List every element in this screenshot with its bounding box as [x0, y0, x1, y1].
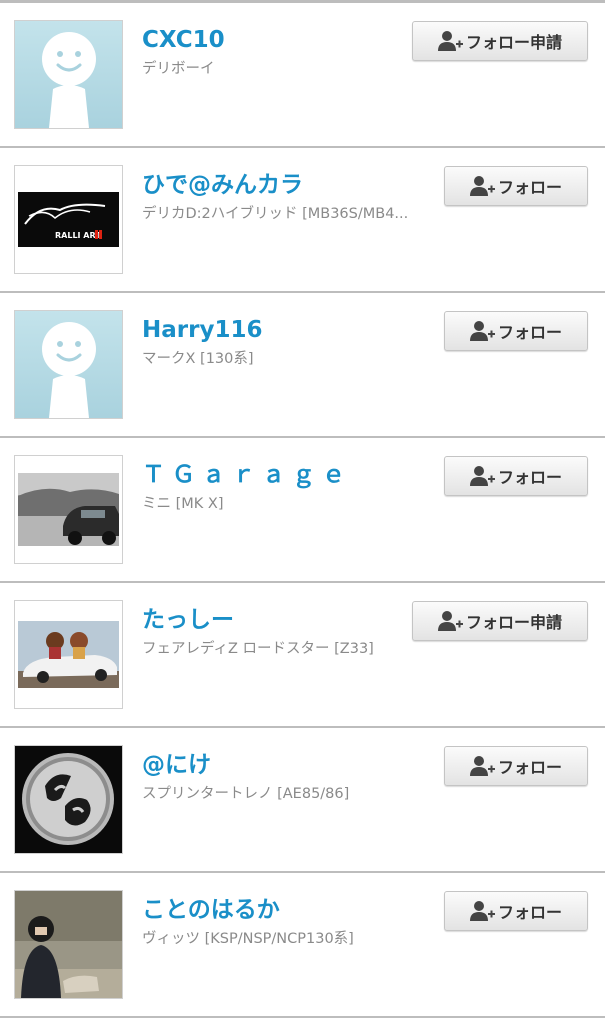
user-list: CXC10 デリボーイ フォロー申請 RALLI ART ひで@みんカラ デリカ… [0, 3, 605, 1018]
add-user-icon [437, 610, 464, 632]
follow-button[interactable]: フォロー [444, 311, 588, 351]
person-photo-avatar[interactable] [14, 890, 123, 999]
86-emblem-avatar[interactable] [14, 745, 123, 854]
user-name[interactable]: @にけ [142, 750, 211, 780]
follow-button-label: フォロー [497, 468, 562, 487]
add-user-icon [469, 320, 496, 342]
add-user-icon [469, 900, 496, 922]
add-user-icon [437, 30, 464, 52]
ralliart-logo-avatar[interactable]: RALLI ART [14, 165, 123, 274]
default-avatar[interactable] [14, 20, 123, 129]
follow-request-button[interactable]: フォロー申請 [412, 21, 588, 61]
default-avatar[interactable] [14, 310, 123, 419]
list-item[interactable]: ことのはるか ヴィッツ [KSP/NSP/NCP130系] フォロー [0, 873, 605, 1018]
follow-button[interactable]: フォロー [444, 166, 588, 206]
svg-text:RALLI ART: RALLI ART [55, 231, 101, 240]
follow-button-label: フォロー申請 [465, 33, 562, 52]
follow-request-button[interactable]: フォロー申請 [412, 601, 588, 641]
list-item[interactable]: Harry116 マークX [130系] フォロー [0, 293, 605, 438]
user-name[interactable]: ひで@みんカラ [142, 170, 303, 200]
follow-button[interactable]: フォロー [444, 456, 588, 496]
list-item[interactable]: ＴＧａｒａｇｅ ミニ [MK X] フォロー [0, 438, 605, 583]
follow-button[interactable]: フォロー [444, 746, 588, 786]
list-item[interactable]: RALLI ART ひで@みんカラ デリカD:2ハイブリッド [MB36S/MB… [0, 148, 605, 293]
user-car: フェアレディZ ロードスター [Z33] [142, 641, 374, 657]
user-name[interactable]: ことのはるか [142, 895, 280, 925]
add-user-icon [469, 175, 496, 197]
user-car: デリカD:2ハイブリッド [MB36S/MB4... [142, 206, 409, 222]
follow-button-label: フォロー [497, 178, 562, 197]
user-car: スプリンタートレノ [AE85/86] [142, 786, 350, 802]
user-name[interactable]: ＴＧａｒａｇｅ [142, 460, 352, 490]
user-name[interactable]: CXC10 [142, 25, 225, 55]
follow-button-label: フォロー [497, 903, 562, 922]
add-user-icon [469, 755, 496, 777]
follow-button-label: フォロー申請 [465, 613, 562, 632]
user-car: マークX [130系] [142, 351, 254, 367]
follow-button-label: フォロー [497, 758, 562, 777]
user-car: デリボーイ [142, 61, 215, 77]
follow-button-label: フォロー [497, 323, 562, 342]
mini-car-photo-avatar[interactable] [14, 455, 123, 564]
user-car: ヴィッツ [KSP/NSP/NCP130系] [142, 931, 354, 947]
user-name[interactable]: Harry116 [142, 315, 262, 345]
roadster-photo-avatar[interactable] [14, 600, 123, 709]
list-item[interactable]: CXC10 デリボーイ フォロー申請 [0, 3, 605, 148]
user-name[interactable]: たっしー [142, 605, 234, 635]
follow-button[interactable]: フォロー [444, 891, 588, 931]
list-item[interactable]: たっしー フェアレディZ ロードスター [Z33] フォロー申請 [0, 583, 605, 728]
add-user-icon [469, 465, 496, 487]
list-item[interactable]: @にけ スプリンタートレノ [AE85/86] フォロー [0, 728, 605, 873]
user-car: ミニ [MK X] [142, 496, 224, 512]
